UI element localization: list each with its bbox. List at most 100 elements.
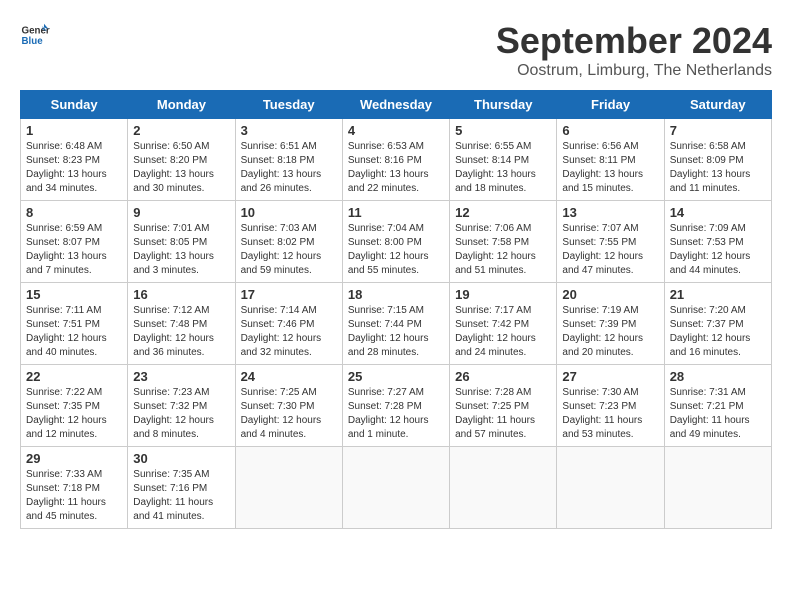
- page-header: General Blue September 2024 Oostrum, Lim…: [20, 20, 772, 80]
- day-number: 26: [455, 369, 551, 384]
- calendar-table: Sunday Monday Tuesday Wednesday Thursday…: [20, 90, 772, 529]
- table-row: 13 Sunrise: 7:07 AMSunset: 7:55 PMDaylig…: [557, 201, 664, 283]
- day-number: 12: [455, 205, 551, 220]
- table-row: 8 Sunrise: 6:59 AMSunset: 8:07 PMDayligh…: [21, 201, 128, 283]
- day-info: Sunrise: 7:35 AMSunset: 7:16 PMDaylight:…: [133, 468, 229, 524]
- table-row: 6 Sunrise: 6:56 AMSunset: 8:11 PMDayligh…: [557, 119, 664, 201]
- day-number: 19: [455, 287, 551, 302]
- day-info: Sunrise: 7:30 AMSunset: 7:23 PMDaylight:…: [562, 386, 658, 442]
- table-row: 12 Sunrise: 7:06 AMSunset: 7:58 PMDaylig…: [450, 201, 557, 283]
- col-wednesday: Wednesday: [342, 91, 449, 119]
- day-info: Sunrise: 6:51 AMSunset: 8:18 PMDaylight:…: [241, 140, 337, 196]
- table-row: 7 Sunrise: 6:58 AMSunset: 8:09 PMDayligh…: [664, 119, 771, 201]
- table-row: 9 Sunrise: 7:01 AMSunset: 8:05 PMDayligh…: [128, 201, 235, 283]
- table-row: [450, 447, 557, 529]
- day-number: 24: [241, 369, 337, 384]
- day-info: Sunrise: 7:09 AMSunset: 7:53 PMDaylight:…: [670, 222, 766, 278]
- day-number: 21: [670, 287, 766, 302]
- day-number: 14: [670, 205, 766, 220]
- day-number: 28: [670, 369, 766, 384]
- table-row: 17 Sunrise: 7:14 AMSunset: 7:46 PMDaylig…: [235, 283, 342, 365]
- day-number: 25: [348, 369, 444, 384]
- calendar-row: 15 Sunrise: 7:11 AMSunset: 7:51 PMDaylig…: [21, 283, 772, 365]
- table-row: 11 Sunrise: 7:04 AMSunset: 8:00 PMDaylig…: [342, 201, 449, 283]
- day-info: Sunrise: 6:50 AMSunset: 8:20 PMDaylight:…: [133, 140, 229, 196]
- month-title: September 2024: [496, 20, 772, 62]
- day-info: Sunrise: 6:59 AMSunset: 8:07 PMDaylight:…: [26, 222, 122, 278]
- day-number: 9: [133, 205, 229, 220]
- day-number: 5: [455, 123, 551, 138]
- day-number: 17: [241, 287, 337, 302]
- calendar-row: 8 Sunrise: 6:59 AMSunset: 8:07 PMDayligh…: [21, 201, 772, 283]
- day-number: 6: [562, 123, 658, 138]
- day-info: Sunrise: 6:58 AMSunset: 8:09 PMDaylight:…: [670, 140, 766, 196]
- day-number: 2: [133, 123, 229, 138]
- table-row: 2 Sunrise: 6:50 AMSunset: 8:20 PMDayligh…: [128, 119, 235, 201]
- table-row: 20 Sunrise: 7:19 AMSunset: 7:39 PMDaylig…: [557, 283, 664, 365]
- day-info: Sunrise: 7:31 AMSunset: 7:21 PMDaylight:…: [670, 386, 766, 442]
- day-info: Sunrise: 7:19 AMSunset: 7:39 PMDaylight:…: [562, 304, 658, 360]
- col-tuesday: Tuesday: [235, 91, 342, 119]
- table-row: 5 Sunrise: 6:55 AMSunset: 8:14 PMDayligh…: [450, 119, 557, 201]
- day-info: Sunrise: 7:15 AMSunset: 7:44 PMDaylight:…: [348, 304, 444, 360]
- header-row: Sunday Monday Tuesday Wednesday Thursday…: [21, 91, 772, 119]
- logo: General Blue: [20, 20, 50, 50]
- day-info: Sunrise: 6:56 AMSunset: 8:11 PMDaylight:…: [562, 140, 658, 196]
- day-info: Sunrise: 7:22 AMSunset: 7:35 PMDaylight:…: [26, 386, 122, 442]
- day-number: 30: [133, 451, 229, 466]
- table-row: [557, 447, 664, 529]
- table-row: 10 Sunrise: 7:03 AMSunset: 8:02 PMDaylig…: [235, 201, 342, 283]
- day-info: Sunrise: 7:06 AMSunset: 7:58 PMDaylight:…: [455, 222, 551, 278]
- table-row: 30 Sunrise: 7:35 AMSunset: 7:16 PMDaylig…: [128, 447, 235, 529]
- table-row: 16 Sunrise: 7:12 AMSunset: 7:48 PMDaylig…: [128, 283, 235, 365]
- col-monday: Monday: [128, 91, 235, 119]
- day-number: 27: [562, 369, 658, 384]
- day-info: Sunrise: 7:04 AMSunset: 8:00 PMDaylight:…: [348, 222, 444, 278]
- table-row: 14 Sunrise: 7:09 AMSunset: 7:53 PMDaylig…: [664, 201, 771, 283]
- day-number: 4: [348, 123, 444, 138]
- day-info: Sunrise: 6:53 AMSunset: 8:16 PMDaylight:…: [348, 140, 444, 196]
- table-row: 18 Sunrise: 7:15 AMSunset: 7:44 PMDaylig…: [342, 283, 449, 365]
- table-row: 21 Sunrise: 7:20 AMSunset: 7:37 PMDaylig…: [664, 283, 771, 365]
- day-number: 23: [133, 369, 229, 384]
- day-info: Sunrise: 7:11 AMSunset: 7:51 PMDaylight:…: [26, 304, 122, 360]
- day-info: Sunrise: 7:33 AMSunset: 7:18 PMDaylight:…: [26, 468, 122, 524]
- day-info: Sunrise: 7:20 AMSunset: 7:37 PMDaylight:…: [670, 304, 766, 360]
- day-number: 3: [241, 123, 337, 138]
- day-number: 7: [670, 123, 766, 138]
- day-number: 10: [241, 205, 337, 220]
- day-number: 13: [562, 205, 658, 220]
- day-info: Sunrise: 7:07 AMSunset: 7:55 PMDaylight:…: [562, 222, 658, 278]
- table-row: 28 Sunrise: 7:31 AMSunset: 7:21 PMDaylig…: [664, 365, 771, 447]
- table-row: [342, 447, 449, 529]
- table-row: 3 Sunrise: 6:51 AMSunset: 8:18 PMDayligh…: [235, 119, 342, 201]
- day-info: Sunrise: 6:55 AMSunset: 8:14 PMDaylight:…: [455, 140, 551, 196]
- day-number: 8: [26, 205, 122, 220]
- day-info: Sunrise: 7:25 AMSunset: 7:30 PMDaylight:…: [241, 386, 337, 442]
- calendar-row: 29 Sunrise: 7:33 AMSunset: 7:18 PMDaylig…: [21, 447, 772, 529]
- table-row: 29 Sunrise: 7:33 AMSunset: 7:18 PMDaylig…: [21, 447, 128, 529]
- day-info: Sunrise: 7:23 AMSunset: 7:32 PMDaylight:…: [133, 386, 229, 442]
- table-row: 23 Sunrise: 7:23 AMSunset: 7:32 PMDaylig…: [128, 365, 235, 447]
- col-saturday: Saturday: [664, 91, 771, 119]
- day-info: Sunrise: 7:01 AMSunset: 8:05 PMDaylight:…: [133, 222, 229, 278]
- calendar-row: 22 Sunrise: 7:22 AMSunset: 7:35 PMDaylig…: [21, 365, 772, 447]
- col-sunday: Sunday: [21, 91, 128, 119]
- table-row: 24 Sunrise: 7:25 AMSunset: 7:30 PMDaylig…: [235, 365, 342, 447]
- day-number: 20: [562, 287, 658, 302]
- day-number: 18: [348, 287, 444, 302]
- day-number: 11: [348, 205, 444, 220]
- table-row: 1 Sunrise: 6:48 AMSunset: 8:23 PMDayligh…: [21, 119, 128, 201]
- day-info: Sunrise: 7:27 AMSunset: 7:28 PMDaylight:…: [348, 386, 444, 442]
- day-info: Sunrise: 6:48 AMSunset: 8:23 PMDaylight:…: [26, 140, 122, 196]
- calendar-row: 1 Sunrise: 6:48 AMSunset: 8:23 PMDayligh…: [21, 119, 772, 201]
- table-row: 25 Sunrise: 7:27 AMSunset: 7:28 PMDaylig…: [342, 365, 449, 447]
- day-number: 15: [26, 287, 122, 302]
- title-block: September 2024 Oostrum, Limburg, The Net…: [496, 20, 772, 80]
- day-number: 22: [26, 369, 122, 384]
- day-number: 1: [26, 123, 122, 138]
- calendar-body: 1 Sunrise: 6:48 AMSunset: 8:23 PMDayligh…: [21, 119, 772, 529]
- table-row: 27 Sunrise: 7:30 AMSunset: 7:23 PMDaylig…: [557, 365, 664, 447]
- day-info: Sunrise: 7:28 AMSunset: 7:25 PMDaylight:…: [455, 386, 551, 442]
- day-info: Sunrise: 7:03 AMSunset: 8:02 PMDaylight:…: [241, 222, 337, 278]
